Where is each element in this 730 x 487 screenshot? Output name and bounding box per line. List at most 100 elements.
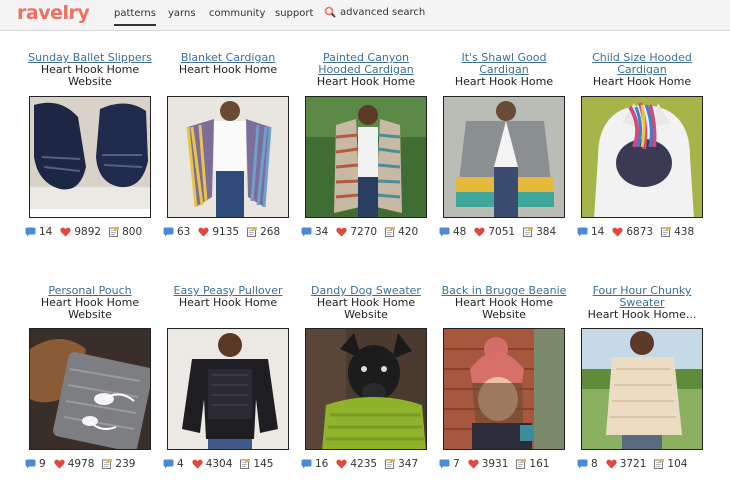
pattern-stats: 4 4304 145: [163, 458, 303, 470]
heart-icon: [336, 459, 348, 469]
heart-icon: [54, 459, 65, 469]
heart-icon: [474, 227, 486, 237]
heart-icon: [192, 459, 203, 469]
pattern-photo[interactable]: [29, 96, 151, 218]
pattern-title-link[interactable]: Blanket Cardigan: [163, 52, 293, 64]
pattern-stats: 63 9135 268: [163, 226, 303, 238]
pattern-title-link[interactable]: Sunday Ballet Slippers: [25, 52, 155, 64]
projects-icon: [102, 459, 113, 469]
projects-count[interactable]: 347: [398, 458, 418, 470]
projects-icon: [661, 227, 672, 237]
favorites-count[interactable]: 9135: [212, 226, 239, 238]
pattern-title-link[interactable]: Painted Canyon Hooded Cardigan: [301, 52, 431, 76]
nav-patterns[interactable]: patterns: [114, 8, 156, 26]
top-nav-bar: ravelry patterns yarns community support…: [0, 0, 730, 31]
designer-name[interactable]: Heart Hook Home: [25, 297, 155, 309]
favorites-count[interactable]: 4235: [350, 458, 377, 470]
pattern-title-link[interactable]: Personal Pouch: [25, 285, 155, 297]
projects-count[interactable]: 161: [529, 458, 549, 470]
comments-count[interactable]: 7: [453, 458, 460, 470]
comment-icon: [439, 227, 450, 237]
favorites-count[interactable]: 7051: [488, 226, 515, 238]
designer-source[interactable]: Website: [301, 309, 431, 321]
comments-count[interactable]: 14: [39, 226, 52, 238]
beanie-photo: [444, 329, 564, 449]
designer-name[interactable]: Heart Hook Home: [163, 297, 293, 309]
comment-icon: [577, 227, 588, 237]
comment-icon: [577, 459, 588, 469]
favorites-count[interactable]: 6873: [626, 226, 653, 238]
comments-count[interactable]: 48: [453, 226, 466, 238]
ravelry-logo[interactable]: ravelry: [17, 2, 90, 24]
heart-icon: [606, 459, 617, 469]
pattern-stats: 34 7270 420: [301, 226, 441, 238]
heart-icon: [612, 227, 624, 237]
designer-name[interactable]: Heart Hook Home...: [577, 309, 707, 321]
projects-count[interactable]: 268: [260, 226, 280, 238]
designer-source[interactable]: Website: [439, 309, 569, 321]
advanced-search-label: advanced search: [340, 6, 426, 18]
projects-count[interactable]: 104: [667, 458, 687, 470]
pattern-photo[interactable]: [305, 328, 427, 450]
favorites-count[interactable]: 7270: [350, 226, 377, 238]
designer-name[interactable]: Heart Hook Home: [301, 297, 431, 309]
nav-community[interactable]: community: [209, 8, 265, 19]
pattern-title-link[interactable]: Four Hour Chunky Sweater: [577, 285, 707, 309]
pattern-title-link[interactable]: Dandy Dog Sweater: [301, 285, 431, 297]
pattern-stats: 7 3931 161: [439, 458, 579, 470]
designer-source[interactable]: Website: [25, 76, 155, 88]
pattern-photo[interactable]: [443, 328, 565, 450]
projects-icon: [247, 227, 258, 237]
projects-count[interactable]: 239: [115, 458, 135, 470]
designer-source[interactable]: Website: [25, 309, 155, 321]
pattern-title-link[interactable]: It's Shawl Good Cardigan: [439, 52, 569, 76]
comments-count[interactable]: 9: [39, 458, 46, 470]
pattern-stats: 14 6873 438: [577, 226, 717, 238]
nav-support[interactable]: support: [275, 8, 313, 19]
pattern-title-link[interactable]: Back in Brugge Beanie: [439, 285, 569, 297]
designer-name[interactable]: Heart Hook Home: [163, 64, 293, 76]
designer-name[interactable]: Heart Hook Home: [301, 76, 431, 88]
favorites-count[interactable]: 9892: [74, 226, 101, 238]
pattern-photo[interactable]: [305, 96, 427, 218]
nav-yarns[interactable]: yarns: [168, 8, 196, 19]
heart-icon: [198, 227, 210, 237]
favorites-count[interactable]: 4304: [206, 458, 233, 470]
projects-icon: [109, 227, 120, 237]
favorites-count[interactable]: 4978: [68, 458, 95, 470]
dog-photo: [306, 329, 426, 449]
projects-count[interactable]: 438: [674, 226, 694, 238]
comments-count[interactable]: 14: [591, 226, 604, 238]
designer-name[interactable]: Heart Hook Home: [577, 76, 707, 88]
designer-name[interactable]: Heart Hook Home: [25, 64, 155, 76]
comments-count[interactable]: 4: [177, 458, 184, 470]
comments-count[interactable]: 8: [591, 458, 598, 470]
search-icon: [324, 6, 336, 18]
comments-count[interactable]: 16: [315, 458, 328, 470]
pattern-title-link[interactable]: Child Size Hooded Cardigan: [577, 52, 707, 76]
projects-count[interactable]: 420: [398, 226, 418, 238]
favorites-count[interactable]: 3721: [620, 458, 647, 470]
pattern-photo[interactable]: [167, 96, 289, 218]
projects-icon: [385, 459, 396, 469]
child-hood-photo: [582, 97, 702, 217]
favorites-count[interactable]: 3931: [482, 458, 509, 470]
projects-count[interactable]: 145: [253, 458, 273, 470]
designer-name[interactable]: Heart Hook Home: [439, 297, 569, 309]
pattern-photo[interactable]: [581, 328, 703, 450]
projects-icon: [523, 227, 534, 237]
pattern-stats: 16 4235 347: [301, 458, 441, 470]
heart-icon: [336, 227, 348, 237]
comments-count[interactable]: 63: [177, 226, 190, 238]
pattern-photo[interactable]: [29, 328, 151, 450]
pattern-photo[interactable]: [581, 96, 703, 218]
projects-count[interactable]: 800: [122, 226, 142, 238]
designer-name[interactable]: Heart Hook Home: [439, 76, 569, 88]
advanced-search-link[interactable]: advanced search: [324, 6, 425, 18]
pattern-photo[interactable]: [167, 328, 289, 450]
comments-count[interactable]: 34: [315, 226, 328, 238]
pattern-title-link[interactable]: Easy Peasy Pullover: [163, 285, 293, 297]
comment-icon: [301, 459, 312, 469]
projects-count[interactable]: 384: [536, 226, 556, 238]
pattern-photo[interactable]: [443, 96, 565, 218]
